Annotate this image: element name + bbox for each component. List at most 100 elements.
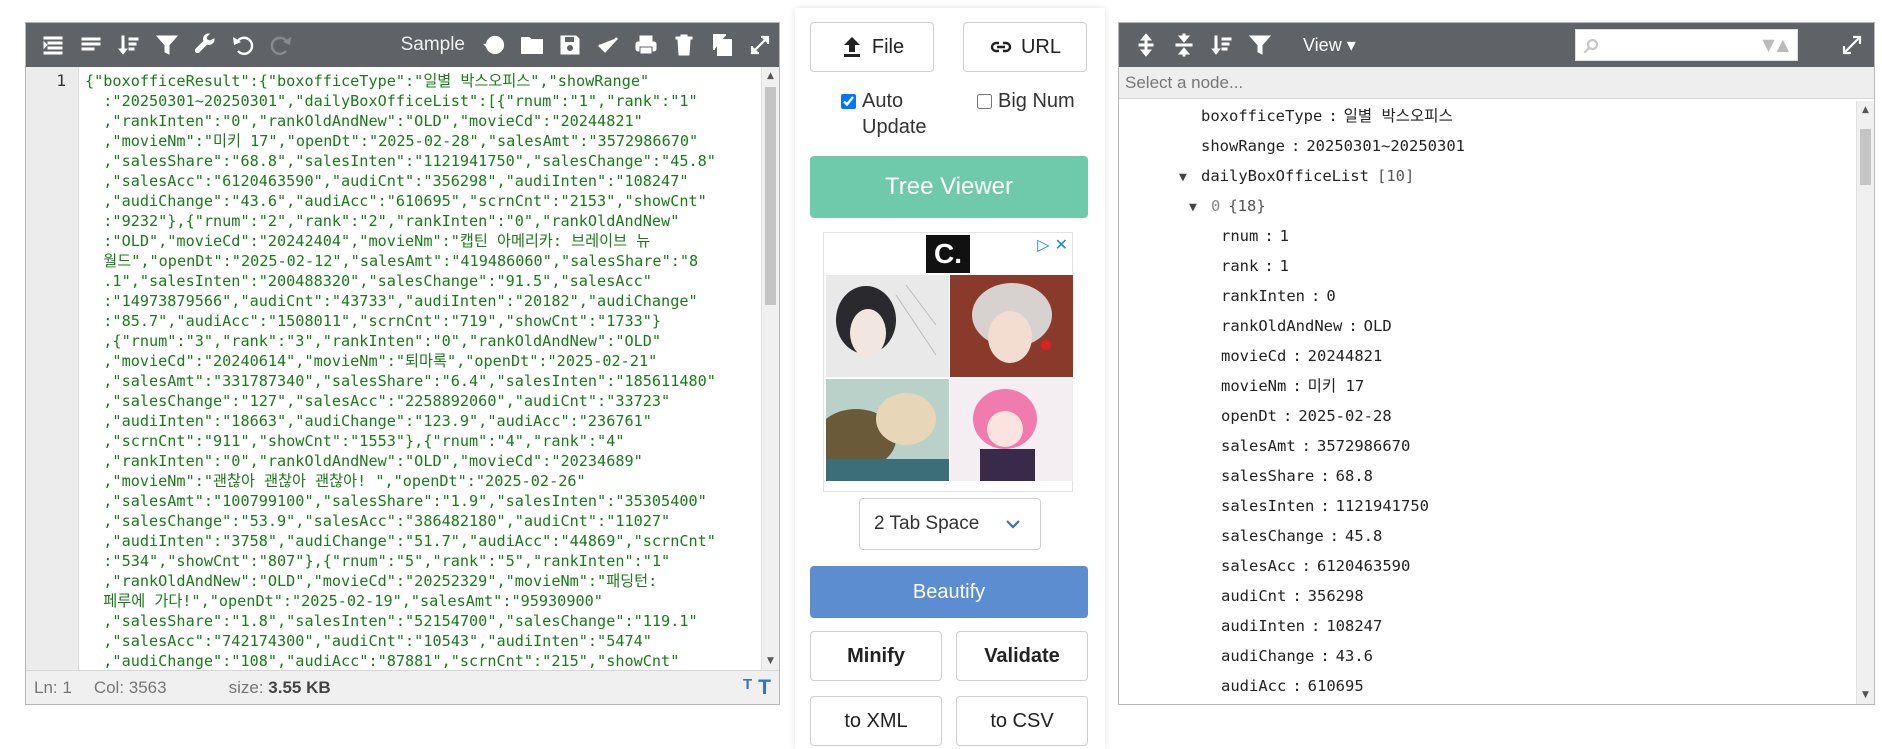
tree-node[interactable]: rankOldAndNew: OLD <box>1119 311 1856 341</box>
code-text[interactable]: {"boxofficeResult":{"boxofficeType":"일별 … <box>79 67 761 670</box>
tree-node-key: salesAmt <box>1221 437 1296 455</box>
big-num-label: Big Num <box>998 90 1075 112</box>
tree-node[interactable]: movieNm: 미키 17 <box>1119 371 1856 401</box>
tree-scroll-up-icon[interactable]: ▲ <box>1857 103 1874 117</box>
big-num-check[interactable] <box>977 94 992 109</box>
auto-update-checkbox[interactable]: Auto Update <box>841 88 961 140</box>
code-line: ,"rankInten":"0","rankOldAndNew":"OLD","… <box>85 112 643 130</box>
open-folder-icon[interactable] <box>513 23 551 67</box>
expand-toggle-icon[interactable]: ▼ <box>1179 163 1201 193</box>
tree-node-separator: : <box>1292 677 1302 695</box>
tree-node-separator: : <box>1301 557 1311 575</box>
font-larger-icon[interactable]: T <box>758 676 771 700</box>
tree-node[interactable]: openDt:2025-02-28 <box>1119 401 1856 431</box>
big-num-checkbox[interactable]: Big Num <box>977 88 1075 114</box>
editor-scrollbar[interactable]: ▲ ▼ <box>761 67 779 670</box>
code-line: :"14973879566","audiCnt":"43733","audiIn… <box>85 292 698 310</box>
tree-node[interactable]: audiInten:108247 <box>1119 611 1856 641</box>
copy-icon[interactable] <box>703 23 741 67</box>
compact-icon[interactable] <box>72 23 110 67</box>
tree-viewer-button[interactable]: Tree Viewer <box>810 156 1088 218</box>
editor-status-bar: Ln: 1 Col: 3563 size: 3.55 KB T T <box>26 670 779 704</box>
tree-node[interactable]: salesAcc:6120463590 <box>1119 551 1856 581</box>
tree-node[interactable]: boxofficeType: 일별 박스오피스 <box>1119 101 1856 131</box>
code-line: ,"movieNm":"미키 17","openDt":"2025-02-28"… <box>85 132 699 150</box>
code-line: ,"salesAmt":"100799100","salesShare":"1.… <box>85 492 707 510</box>
tree-node-value: 1 <box>1279 257 1290 275</box>
tree-node[interactable]: salesInten:1121941750 <box>1119 491 1856 521</box>
line-number: 1 <box>56 71 66 90</box>
format-icon[interactable] <box>34 23 72 67</box>
url-button-label: URL <box>1020 35 1061 58</box>
fullscreen-icon[interactable] <box>741 23 779 67</box>
sample-button[interactable]: Sample <box>401 34 465 56</box>
scroll-down-arrow-icon[interactable]: ▼ <box>762 654 779 668</box>
view-mode-dropdown[interactable]: View ▾ <box>1303 35 1356 56</box>
tree-search-box[interactable]: ▼▲ <box>1575 29 1798 61</box>
ad-choices-icon[interactable]: ▷ ✕ <box>1037 235 1068 254</box>
tree-scroll-thumb[interactable] <box>1860 129 1871 185</box>
tree-node-value: 1121941750 <box>1335 497 1429 515</box>
tree-node[interactable]: audiCnt:356298 <box>1119 581 1856 611</box>
to-csv-button[interactable]: to CSV <box>956 696 1088 746</box>
line-number-gutter: 1 <box>26 67 79 670</box>
expand-toggle-icon[interactable]: ▼ <box>1189 193 1211 223</box>
code-line: ,"movieNm":"괜찮아 괜찮아 괜찮아! ","openDt":"202… <box>85 472 586 490</box>
json-tree[interactable]: boxofficeType: 일별 박스오피스 showRange:20250301… <box>1119 101 1856 704</box>
repair-icon[interactable] <box>186 23 224 67</box>
undo-icon[interactable] <box>224 23 262 67</box>
to-xml-button[interactable]: to XML <box>810 696 942 746</box>
scroll-up-arrow-icon[interactable]: ▲ <box>762 69 779 83</box>
tree-node[interactable]: rank:1 <box>1119 251 1856 281</box>
tree-fullscreen-icon[interactable] <box>1840 33 1864 57</box>
indent-select[interactable]: 2 Tab Space <box>859 498 1041 550</box>
scroll-thumb[interactable] <box>765 87 776 305</box>
json-code-area[interactable]: 1 {"boxofficeResult":{"boxofficeType":"일… <box>26 67 779 670</box>
tree-filter-icon[interactable] <box>1241 23 1279 67</box>
sort-icon[interactable] <box>110 23 148 67</box>
expand-all-icon[interactable] <box>1127 23 1165 67</box>
tree-node[interactable]: ▼ 0 {18} <box>1119 191 1856 221</box>
tree-node[interactable]: salesAmt:3572986670 <box>1119 431 1856 461</box>
tree-node[interactable]: audiChange:43.6 <box>1119 641 1856 671</box>
code-line: .1","salesInten":"200488320","salesChang… <box>85 272 652 290</box>
print-icon[interactable] <box>627 23 665 67</box>
tree-node[interactable]: showRange:20250301~20250301 <box>1119 131 1856 161</box>
tree-node[interactable]: ▼ dailyBoxOfficeList [10] <box>1119 161 1856 191</box>
ad-image-4 <box>950 379 1073 481</box>
filter-icon[interactable] <box>148 23 186 67</box>
collapse-all-icon[interactable] <box>1165 23 1203 67</box>
tree-node-value: 108247 <box>1326 617 1383 635</box>
tree-node[interactable]: salesShare:68.8 <box>1119 461 1856 491</box>
tree-scroll-down-icon[interactable]: ▼ <box>1857 688 1874 702</box>
advertisement[interactable]: C. ▷ ✕ <box>823 232 1073 492</box>
url-button[interactable]: URL <box>963 22 1087 72</box>
validate-button[interactable]: Validate <box>956 631 1088 681</box>
ad-image-3 <box>826 379 949 481</box>
search-nav-arrows-icon[interactable]: ▼▲ <box>1762 35 1791 54</box>
cursor-column: Col: 3563 <box>93 677 167 697</box>
code-line: ,"salesChange":"127","salesAcc":"2258892… <box>85 392 671 410</box>
minify-button[interactable]: Minify <box>810 631 942 681</box>
validate-check-icon[interactable] <box>589 23 627 67</box>
indent-select-value: 2 Tab Space <box>874 513 980 534</box>
tree-node-separator: : <box>1348 317 1358 335</box>
ad-image-2 <box>950 275 1073 377</box>
delete-icon[interactable] <box>665 23 703 67</box>
tree-node-separator: : <box>1264 257 1274 275</box>
file-button[interactable]: File <box>810 22 934 72</box>
save-icon[interactable] <box>551 23 589 67</box>
tree-node[interactable]: rankInten:0 <box>1119 281 1856 311</box>
tree-sort-icon[interactable] <box>1203 23 1241 67</box>
auto-update-label: Auto Update <box>862 90 927 138</box>
tree-node[interactable]: salesChange:45.8 <box>1119 521 1856 551</box>
font-smaller-icon[interactable]: T <box>743 676 752 700</box>
tree-node[interactable]: movieCd:20244821 <box>1119 341 1856 371</box>
history-icon[interactable] <box>475 23 513 67</box>
beautify-button[interactable]: Beautify <box>810 566 1088 618</box>
tree-scrollbar[interactable]: ▲ ▼ <box>1856 101 1874 704</box>
redo-icon[interactable] <box>262 23 300 67</box>
tree-node[interactable]: rnum:1 <box>1119 221 1856 251</box>
auto-update-check[interactable] <box>841 94 856 109</box>
tree-node[interactable]: audiAcc:610695 <box>1119 671 1856 701</box>
